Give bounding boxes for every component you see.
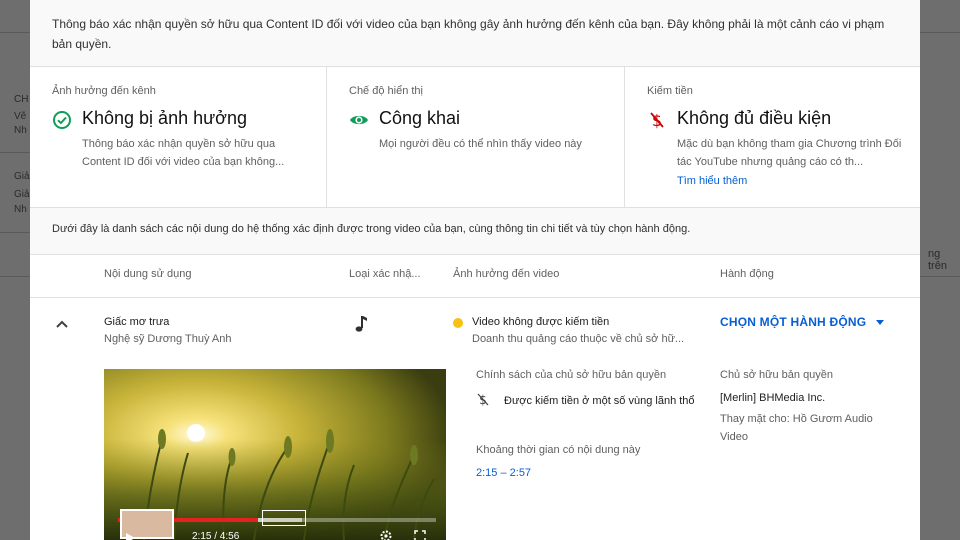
status-dot xyxy=(453,318,463,328)
monetization-card: Kiếm tiền $ Không đủ điều kiện Mặc dù bạ… xyxy=(625,67,920,207)
no-money-icon: $ xyxy=(650,111,664,130)
check-circle-icon xyxy=(53,111,71,129)
notice-text: Thông báo xác nhận quyền sở hữu qua Cont… xyxy=(52,17,885,51)
divider xyxy=(0,32,30,33)
column-header-content[interactable]: Nội dung sử dụng xyxy=(104,268,191,280)
caret-down-icon xyxy=(876,320,885,326)
choose-action-button[interactable]: CHỌN MỘT HÀNH ĐỘNG xyxy=(720,315,885,329)
play-icon[interactable] xyxy=(124,532,136,540)
divider xyxy=(920,32,960,33)
bg-text-fragment: Vẽ xyxy=(14,111,27,122)
fullscreen-icon[interactable] xyxy=(414,530,426,540)
intro-text: Dưới đây là danh sách các nội dung do hệ… xyxy=(52,223,691,235)
card-value: Không bị ảnh hưởng xyxy=(82,108,247,128)
column-header-action[interactable]: Hành động xyxy=(720,268,774,280)
chevron-up-icon[interactable] xyxy=(54,316,70,332)
table-header: Nội dung sử dụng Loại xác nhậ... Ảnh hưở… xyxy=(30,255,920,298)
card-label: Chế độ hiển thị xyxy=(349,85,423,97)
learn-more-link[interactable]: Tìm hiểu thêm xyxy=(677,175,747,187)
player-time: 2:15 / 4:56 xyxy=(192,531,240,540)
bg-text-fragment: Nh xyxy=(14,125,27,136)
background-right-strip: ng trên xyxy=(920,0,960,540)
owner-represents: Thay mặt cho: Hồ Gươm Audio Video xyxy=(720,413,873,443)
partial-money-icon: $ xyxy=(477,393,489,406)
content-span-label: Khoảng thời gian có nội dung này xyxy=(476,444,641,456)
claim-segment-marker xyxy=(262,510,306,526)
policy-label: Chính sách của chủ sở hữu bản quyền xyxy=(476,369,667,381)
background-left-strip: CH Vẽ Nh Giả Giả Nh xyxy=(0,0,30,540)
card-value: Không đủ điều kiện xyxy=(677,108,832,128)
owner-label: Chủ sở hữu bản quyền xyxy=(720,369,834,381)
card-description: Mọi người đều có thể nhìn thấy video này xyxy=(379,138,582,150)
gear-icon[interactable] xyxy=(380,530,392,540)
card-value: Công khai xyxy=(379,108,461,128)
bg-text-fragment: ng trên xyxy=(928,248,947,272)
notice-banner: Thông báo xác nhận quyền sở hữu qua Cont… xyxy=(30,0,920,67)
divider xyxy=(920,276,960,277)
card-label: Kiếm tiền xyxy=(647,85,693,97)
impact-detail: Doanh thu quảng cáo thuộc về chủ sở hữ..… xyxy=(472,333,685,345)
divider xyxy=(0,152,30,153)
card-description: Mặc dù bạn không tham gia Chương trình Đ… xyxy=(677,138,902,168)
bg-text-fragment: CH xyxy=(14,94,29,105)
music-note-icon xyxy=(355,316,367,332)
impact-status: Video không được kiếm tiền xyxy=(472,316,610,328)
bg-text-fragment: Giả xyxy=(14,171,30,182)
bg-text-fragment: Giả xyxy=(14,189,30,200)
video-player[interactable]: 2:15 / 4:56 xyxy=(104,369,446,540)
channel-impact-card: Ảnh hưởng đến kênh Không bị ảnh hưởng Th… xyxy=(30,67,327,207)
bg-text-fragment: Nh xyxy=(14,204,27,215)
song-title: Giấc mơ trưa xyxy=(104,316,170,328)
column-header-video-impact[interactable]: Ảnh hưởng đến video xyxy=(453,268,559,280)
action-label: CHỌN MỘT HÀNH ĐỘNG xyxy=(720,315,867,329)
divider xyxy=(0,276,30,277)
eye-icon xyxy=(350,115,368,125)
policy-value: Được kiếm tiền ở một số vùng lãnh thổ xyxy=(504,395,695,407)
card-description: Thông báo xác nhận quyền sở hữu qua Cont… xyxy=(82,138,285,168)
song-artist: Nghệ sỹ Dương Thuỳ Anh xyxy=(104,333,232,345)
claim-details-dialog: Thông báo xác nhận quyền sở hữu qua Cont… xyxy=(30,0,920,540)
content-span-link[interactable]: 2:15 – 2:57 xyxy=(476,467,531,479)
table-row: Giấc mơ trưa Nghệ sỹ Dương Thuỳ Anh Vide… xyxy=(30,298,920,540)
impact-cards: Ảnh hưởng đến kênh Không bị ảnh hưởng Th… xyxy=(30,67,920,208)
intro-banner: Dưới đây là danh sách các nội dung do hệ… xyxy=(30,208,920,255)
divider xyxy=(0,232,30,233)
owner-name: [Merlin] BHMedia Inc. xyxy=(720,392,826,404)
card-label: Ảnh hưởng đến kênh xyxy=(52,85,156,97)
column-header-claim-type[interactable]: Loại xác nhậ... xyxy=(349,268,421,280)
visibility-card: Chế độ hiển thị Công khai Mọi người đều … xyxy=(327,67,625,207)
